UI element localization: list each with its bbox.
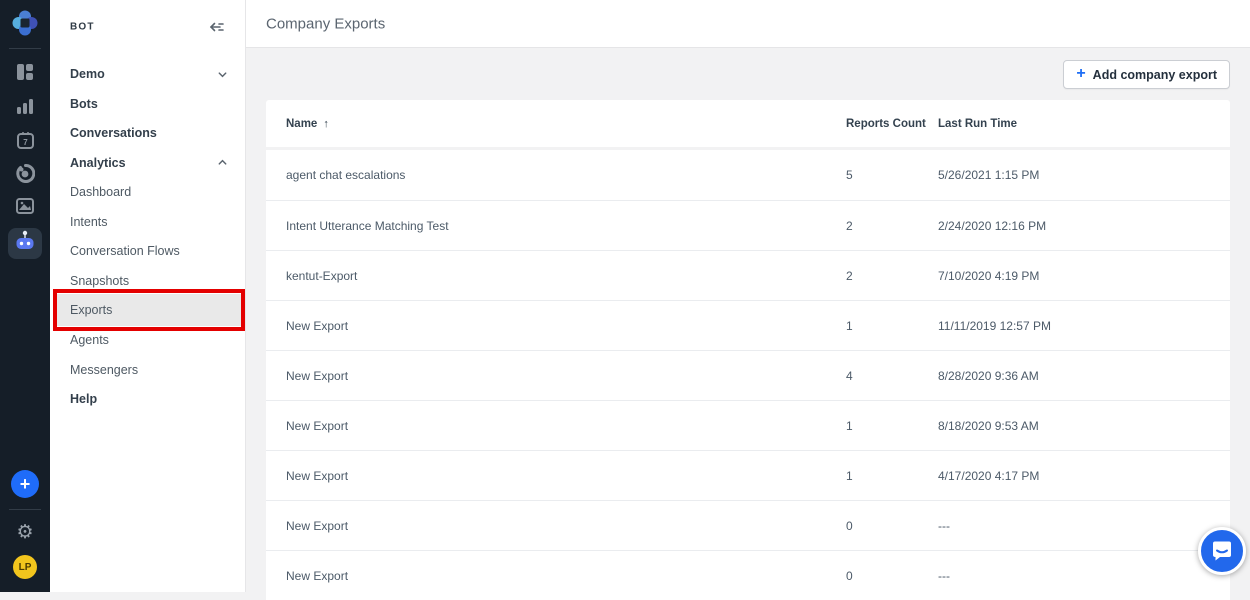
cell-name: New Export bbox=[286, 419, 846, 433]
sidebar-item-intents[interactable]: Intents bbox=[50, 207, 246, 237]
add-company-export-button[interactable]: + Add company export bbox=[1063, 60, 1230, 89]
rail-divider-bottom bbox=[9, 509, 41, 510]
sidebar-item-label: Agents bbox=[70, 333, 109, 347]
cell-name: kentut-Export bbox=[286, 269, 846, 283]
table-body: agent chat escalations 5 5/26/2021 1:15 … bbox=[266, 150, 1230, 600]
cell-reports-count: 0 bbox=[846, 519, 938, 533]
table-header-row: Name ↑ Reports Count Last Run Time bbox=[266, 100, 1230, 147]
dashboard-grid-icon[interactable] bbox=[0, 63, 50, 81]
bird-circle-icon[interactable] bbox=[0, 164, 50, 183]
sort-ascending-icon: ↑ bbox=[323, 118, 329, 130]
sidebar-item-messengers[interactable]: Messengers bbox=[50, 355, 246, 385]
sidebar-brand-label: BOT bbox=[70, 22, 95, 33]
chat-widget-launcher[interactable] bbox=[1198, 527, 1246, 575]
cell-name: New Export bbox=[286, 469, 846, 483]
chat-bubble-icon bbox=[1210, 539, 1234, 563]
page-title: Company Exports bbox=[266, 16, 385, 33]
cell-name: agent chat escalations bbox=[286, 168, 846, 182]
cell-name: New Export bbox=[286, 519, 846, 533]
exports-table: Name ↑ Reports Count Last Run Time agent… bbox=[266, 100, 1230, 600]
sidebar-item-label: Conversation Flows bbox=[70, 244, 180, 258]
page-header: Company Exports bbox=[246, 0, 1250, 48]
sidebar-item-label: Snapshots bbox=[70, 274, 129, 288]
cell-last-run-time: --- bbox=[938, 569, 1230, 583]
icon-rail: 7 + ⚙ LP bbox=[0, 0, 50, 592]
sidebar-item-label: Exports bbox=[70, 303, 112, 317]
rail-divider bbox=[9, 48, 41, 49]
cell-reports-count: 1 bbox=[846, 469, 938, 483]
add-company-export-label: Add company export bbox=[1093, 68, 1217, 82]
sidebar-item-label: Conversations bbox=[70, 126, 157, 140]
cell-reports-count: 2 bbox=[846, 269, 938, 283]
sidebar-item-label: Bots bbox=[70, 97, 98, 111]
svg-text:7: 7 bbox=[23, 138, 28, 147]
cell-name: Intent Utterance Matching Test bbox=[286, 219, 846, 233]
chevron-down-icon bbox=[217, 69, 228, 80]
sidebar-item-label: Help bbox=[70, 392, 97, 406]
cell-last-run-time: 2/24/2020 12:16 PM bbox=[938, 219, 1230, 233]
sidebar-item-help[interactable]: Help bbox=[50, 384, 246, 414]
cell-reports-count: 4 bbox=[846, 369, 938, 383]
bot-platform-logo-icon[interactable] bbox=[11, 9, 39, 37]
cell-name: New Export bbox=[286, 569, 846, 583]
cell-last-run-time: 7/10/2020 4:19 PM bbox=[938, 269, 1230, 283]
cell-last-run-time: 4/17/2020 4:17 PM bbox=[938, 469, 1230, 483]
gear-icon[interactable]: ⚙ bbox=[0, 521, 50, 545]
table-row[interactable]: New Export 4 8/28/2020 9:36 AM bbox=[266, 350, 1230, 400]
cell-last-run-time: 8/28/2020 9:36 AM bbox=[938, 369, 1230, 383]
sidebar-item-bots[interactable]: Bots bbox=[50, 89, 246, 119]
sidebar-item-analytics[interactable]: Analytics bbox=[50, 148, 246, 178]
sidebar-item-label: Intents bbox=[70, 215, 108, 229]
sidebar-item-label: Analytics bbox=[70, 156, 126, 170]
cell-last-run-time: 11/11/2019 12:57 PM bbox=[938, 319, 1230, 333]
column-header-last-run-time[interactable]: Last Run Time bbox=[938, 118, 1230, 130]
user-avatar[interactable]: LP bbox=[13, 555, 37, 579]
sidebar-item-exports[interactable]: Exports bbox=[57, 294, 241, 326]
cell-reports-count: 1 bbox=[846, 319, 938, 333]
calendar-icon[interactable]: 7 bbox=[0, 131, 50, 150]
sidebar-item-dashboard[interactable]: Dashboard bbox=[50, 177, 246, 207]
sidebar-item-demo[interactable]: Demo bbox=[50, 59, 246, 89]
table-row[interactable]: New Export 0 --- bbox=[266, 500, 1230, 550]
sidebar-item-label: Dashboard bbox=[70, 185, 131, 199]
cell-last-run-time: 8/18/2020 9:53 AM bbox=[938, 419, 1230, 433]
cell-name: New Export bbox=[286, 369, 846, 383]
sidebar-item-conversation-flows[interactable]: Conversation Flows bbox=[50, 236, 246, 266]
chevron-up-icon bbox=[217, 157, 228, 168]
cell-reports-count: 1 bbox=[846, 419, 938, 433]
cell-last-run-time: 5/26/2021 1:15 PM bbox=[938, 168, 1230, 182]
table-row[interactable]: New Export 0 --- bbox=[266, 550, 1230, 600]
table-row[interactable]: agent chat escalations 5 5/26/2021 1:15 … bbox=[266, 150, 1230, 200]
collapse-sidebar-icon[interactable] bbox=[207, 17, 227, 37]
cell-reports-count: 5 bbox=[846, 168, 938, 182]
sidebar-item-snapshots[interactable]: Snapshots bbox=[50, 266, 246, 296]
table-row[interactable]: New Export 1 8/18/2020 9:53 AM bbox=[266, 400, 1230, 450]
column-header-reports-count[interactable]: Reports Count bbox=[846, 118, 938, 130]
column-header-name[interactable]: Name ↑ bbox=[286, 118, 846, 130]
sidebar-item-conversations[interactable]: Conversations bbox=[50, 118, 246, 148]
table-row[interactable]: New Export 1 4/17/2020 4:17 PM bbox=[266, 450, 1230, 500]
cell-last-run-time: --- bbox=[938, 519, 1230, 533]
add-new-button[interactable]: + bbox=[11, 470, 39, 498]
cell-name: New Export bbox=[286, 319, 846, 333]
cell-reports-count: 2 bbox=[846, 219, 938, 233]
plus-icon: + bbox=[1076, 66, 1085, 82]
table-row[interactable]: Intent Utterance Matching Test 2 2/24/20… bbox=[266, 200, 1230, 250]
sidebar-item-agents[interactable]: Agents bbox=[50, 325, 246, 355]
sidebar-item-label: Messengers bbox=[70, 363, 138, 377]
main-area: Company Exports + Add company export Nam… bbox=[246, 0, 1250, 592]
table-row[interactable]: New Export 1 11/11/2019 12:57 PM bbox=[266, 300, 1230, 350]
sidebar-item-label: Demo bbox=[70, 67, 105, 81]
table-row[interactable]: kentut-Export 2 7/10/2020 4:19 PM bbox=[266, 250, 1230, 300]
robot-icon[interactable] bbox=[0, 230, 50, 254]
sidebar: BOT Demo Bots Conversations Analytics Da… bbox=[50, 0, 246, 592]
bar-chart-icon[interactable] bbox=[0, 97, 50, 115]
image-icon[interactable] bbox=[0, 197, 50, 215]
cell-reports-count: 0 bbox=[846, 569, 938, 583]
